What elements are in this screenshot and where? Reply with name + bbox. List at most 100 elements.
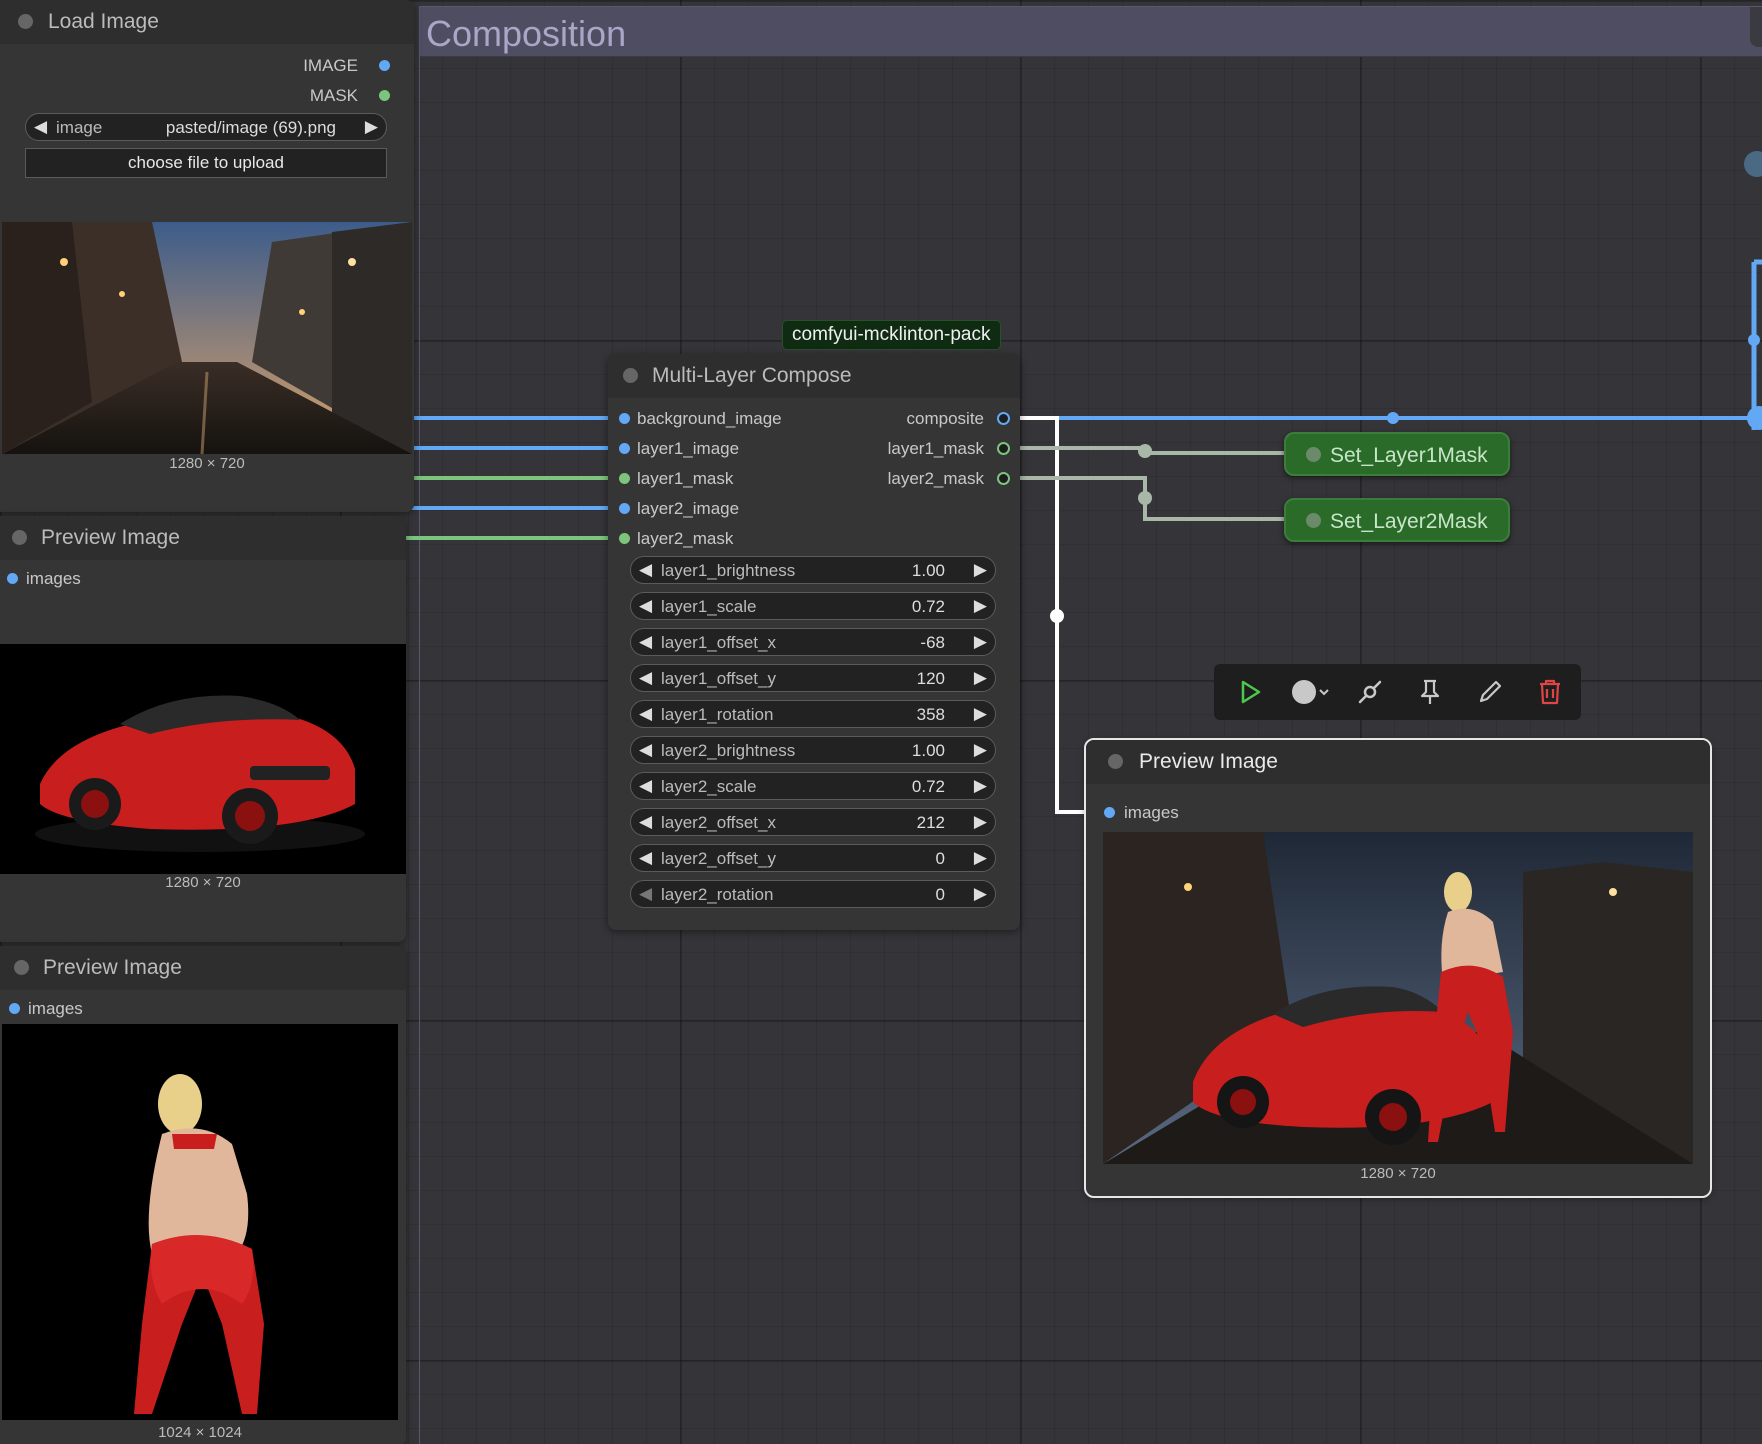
image-dimensions: 1280 × 720 xyxy=(165,874,241,891)
node-title: Preview Image xyxy=(1139,750,1278,773)
decrement-arrow[interactable]: ◀ xyxy=(639,596,652,616)
node-title: Preview Image xyxy=(41,526,180,549)
increment-arrow[interactable]: ▶ xyxy=(974,668,987,688)
input-port-layer2-mask[interactable] xyxy=(619,533,630,544)
output-label: layer1_mask xyxy=(887,439,984,458)
decrement-arrow[interactable]: ◀ xyxy=(639,812,652,832)
increment-arrow[interactable]: ▶ xyxy=(974,848,987,868)
trash-icon[interactable] xyxy=(1534,676,1566,708)
set-layer1-mask-node[interactable]: Set_Layer1Mask xyxy=(1284,432,1510,476)
widget-name: layer1_rotation xyxy=(661,705,774,724)
widget-value: -68 xyxy=(920,633,945,652)
combo-next-arrow[interactable]: ▶ xyxy=(365,117,378,137)
widget-value: 1.00 xyxy=(911,561,945,580)
widget-layer2-brightness[interactable]: ◀ layer2_brightness 1.00 ▶ xyxy=(630,736,996,764)
widget-name: layer1_scale xyxy=(661,597,757,616)
output-port-image[interactable] xyxy=(379,60,390,71)
bypass-icon[interactable] xyxy=(1354,676,1386,708)
widget-layer1-rotation[interactable]: ◀ layer1_rotation 358 ▶ xyxy=(630,700,996,728)
decrement-arrow[interactable]: ◀ xyxy=(639,848,652,868)
combo-name: image xyxy=(56,118,103,137)
collapse-dot[interactable] xyxy=(1108,754,1123,769)
input-label: layer2_image xyxy=(637,499,740,518)
preview-image-node-car[interactable]: Preview Image images 1280 × 720 xyxy=(0,516,406,942)
collapse-dot[interactable] xyxy=(623,368,638,383)
increment-arrow[interactable]: ▶ xyxy=(974,740,987,760)
composite-scene-image xyxy=(1103,832,1693,1164)
widget-value: 1.00 xyxy=(911,741,945,760)
output-port-layer1-mask[interactable] xyxy=(997,442,1010,455)
collapse-dot[interactable] xyxy=(12,530,27,545)
output-label-image: IMAGE xyxy=(303,56,358,75)
widget-layer1-offset-x[interactable]: ◀ layer1_offset_x -68 ▶ xyxy=(630,628,996,656)
input-port-images[interactable] xyxy=(7,573,18,584)
upload-button[interactable]: choose file to upload xyxy=(25,148,387,178)
load-image-node[interactable]: Load Image IMAGE MASK ◀ image pasted/ima… xyxy=(0,0,414,512)
decrement-arrow[interactable]: ◀ xyxy=(639,704,652,724)
pin-icon[interactable] xyxy=(1414,676,1446,708)
node-header[interactable]: Preview Image xyxy=(0,516,406,560)
widget-value: 0 xyxy=(935,885,945,904)
increment-arrow[interactable]: ▶ xyxy=(974,776,987,796)
car-image-preview xyxy=(0,644,406,874)
node-header[interactable]: Multi-Layer Compose xyxy=(608,354,1020,398)
output-port-composite[interactable] xyxy=(997,412,1010,425)
input-label: layer1_image xyxy=(637,439,740,458)
increment-arrow[interactable]: ▶ xyxy=(974,704,987,724)
node-header[interactable]: Load Image xyxy=(0,0,414,44)
input-port-background-image[interactable] xyxy=(619,413,630,424)
input-port-images[interactable] xyxy=(1104,807,1115,818)
widget-value: 120 xyxy=(916,669,945,688)
node-title: Set_Layer2Mask xyxy=(1330,510,1488,533)
input-port-layer1-image[interactable] xyxy=(619,443,630,454)
figure-in-red-image xyxy=(134,1074,264,1414)
decrement-arrow[interactable]: ◀ xyxy=(639,560,652,580)
increment-arrow[interactable]: ▶ xyxy=(974,596,987,616)
street-image-preview xyxy=(2,222,412,454)
widget-layer1-scale[interactable]: ◀ layer1_scale 0.72 ▶ xyxy=(630,592,996,620)
collapse-dot[interactable] xyxy=(1306,513,1321,528)
input-port-images[interactable] xyxy=(9,1003,20,1014)
decrement-arrow[interactable]: ◀ xyxy=(639,740,652,760)
decrement-arrow[interactable]: ◀ xyxy=(639,884,652,904)
output-label-mask: MASK xyxy=(309,86,358,105)
increment-arrow[interactable]: ▶ xyxy=(974,632,987,652)
output-port-layer2-mask[interactable] xyxy=(997,472,1010,485)
widget-layer2-scale[interactable]: ◀ layer2_scale 0.72 ▶ xyxy=(630,772,996,800)
widget-name: layer2_offset_y xyxy=(661,849,776,868)
multi-layer-compose-node[interactable]: Multi-Layer Compose background_image lay… xyxy=(608,354,1020,930)
widget-name: layer1_offset_x xyxy=(661,633,776,652)
node-header[interactable]: Preview Image xyxy=(1086,740,1710,784)
edit-icon[interactable] xyxy=(1474,676,1506,708)
collapse-dot[interactable] xyxy=(14,960,29,975)
increment-arrow[interactable]: ▶ xyxy=(974,812,987,832)
input-port-layer1-mask[interactable] xyxy=(619,473,630,484)
collapse-dot[interactable] xyxy=(1306,447,1321,462)
node-header[interactable]: Preview Image xyxy=(0,946,406,990)
decrement-arrow[interactable]: ◀ xyxy=(639,668,652,688)
widget-layer2-rotation[interactable]: ◀ layer2_rotation 0 ▶ xyxy=(630,880,996,908)
node-title: Set_Layer1Mask xyxy=(1330,444,1488,467)
widget-layer1-offset-y[interactable]: ◀ layer1_offset_y 120 ▶ xyxy=(630,664,996,692)
increment-arrow[interactable]: ▶ xyxy=(974,884,987,904)
collapse-dot[interactable] xyxy=(18,14,33,29)
widget-value: 0 xyxy=(935,849,945,868)
decrement-arrow[interactable]: ◀ xyxy=(639,776,652,796)
color-circle-icon[interactable] xyxy=(1288,676,1338,708)
widget-value: 0.72 xyxy=(911,777,945,796)
widget-layer2-offset-x[interactable]: ◀ layer2_offset_x 212 ▶ xyxy=(630,808,996,836)
preview-image-node-composite[interactable]: Preview Image images 1280 × 720 xyxy=(1084,738,1712,1198)
play-icon[interactable] xyxy=(1234,676,1266,708)
preview-image-node-figure[interactable]: Preview Image images 1024 × 1024 xyxy=(0,946,406,1444)
combo-prev-arrow[interactable]: ◀ xyxy=(34,117,47,137)
widget-layer1-brightness[interactable]: ◀ layer1_brightness 1.00 ▶ xyxy=(630,556,996,584)
increment-arrow[interactable]: ▶ xyxy=(974,560,987,580)
input-port-layer2-image[interactable] xyxy=(619,503,630,514)
image-combo-widget[interactable]: ◀ image pasted/image (69).png ▶ xyxy=(25,113,387,141)
output-port-mask[interactable] xyxy=(379,90,390,101)
set-layer2-mask-node[interactable]: Set_Layer2Mask xyxy=(1284,498,1510,542)
widget-layer2-offset-y[interactable]: ◀ layer2_offset_y 0 ▶ xyxy=(630,844,996,872)
widget-value: 358 xyxy=(916,705,945,724)
decrement-arrow[interactable]: ◀ xyxy=(639,632,652,652)
street-scene-image xyxy=(2,222,412,454)
